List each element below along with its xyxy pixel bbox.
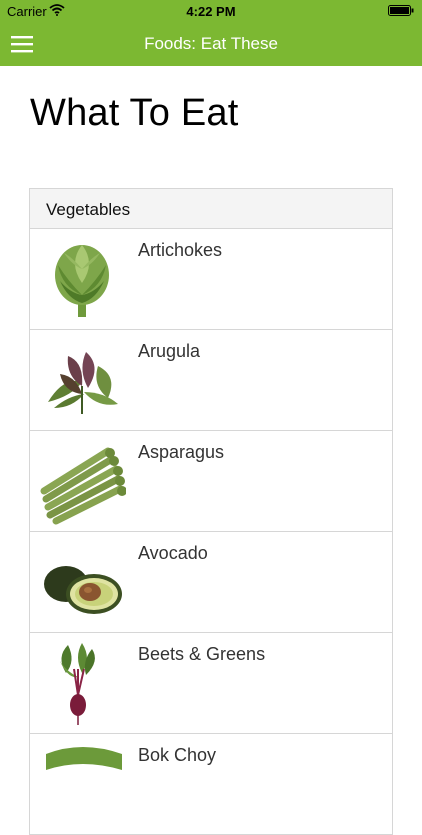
list-item-avocado[interactable]: Avocado bbox=[30, 532, 392, 633]
list-item-label: Beets & Greens bbox=[138, 644, 266, 664]
avocado-image bbox=[44, 566, 122, 614]
section-header-vegetables: Vegetables bbox=[30, 189, 392, 229]
list-item-label: Bok Choy bbox=[138, 745, 217, 765]
navigation-bar: Foods: Eat These bbox=[0, 22, 422, 66]
asparagus-image bbox=[40, 447, 126, 525]
list-item-artichokes[interactable]: Artichokes bbox=[30, 229, 392, 330]
status-time: 4:22 PM bbox=[186, 4, 236, 19]
list-item-arugula[interactable]: Arugula bbox=[30, 330, 392, 431]
page-title: What To Eat bbox=[30, 92, 239, 134]
nav-title: Foods: Eat These bbox=[144, 34, 278, 53]
list-item-beets-greens[interactable]: Beets & Greens bbox=[30, 633, 392, 734]
list-item-asparagus[interactable]: Asparagus bbox=[30, 431, 392, 532]
battery-icon bbox=[388, 5, 414, 16]
list-item-bok-choy[interactable]: Bok Choy bbox=[30, 734, 392, 835]
status-bar: Carrier 4:22 PM bbox=[0, 0, 422, 22]
list-item-label: Artichokes bbox=[138, 240, 223, 260]
arugula-image bbox=[48, 352, 118, 414]
list-item-label: Avocado bbox=[138, 543, 208, 563]
list-item-label: Asparagus bbox=[138, 442, 225, 462]
bok-choy-image bbox=[46, 747, 122, 770]
artichoke-image bbox=[55, 245, 109, 317]
food-list: Vegetables Artichokes Arugula Asparagus … bbox=[29, 188, 393, 835]
beet-image bbox=[60, 643, 95, 725]
list-item-label: Arugula bbox=[138, 341, 201, 361]
